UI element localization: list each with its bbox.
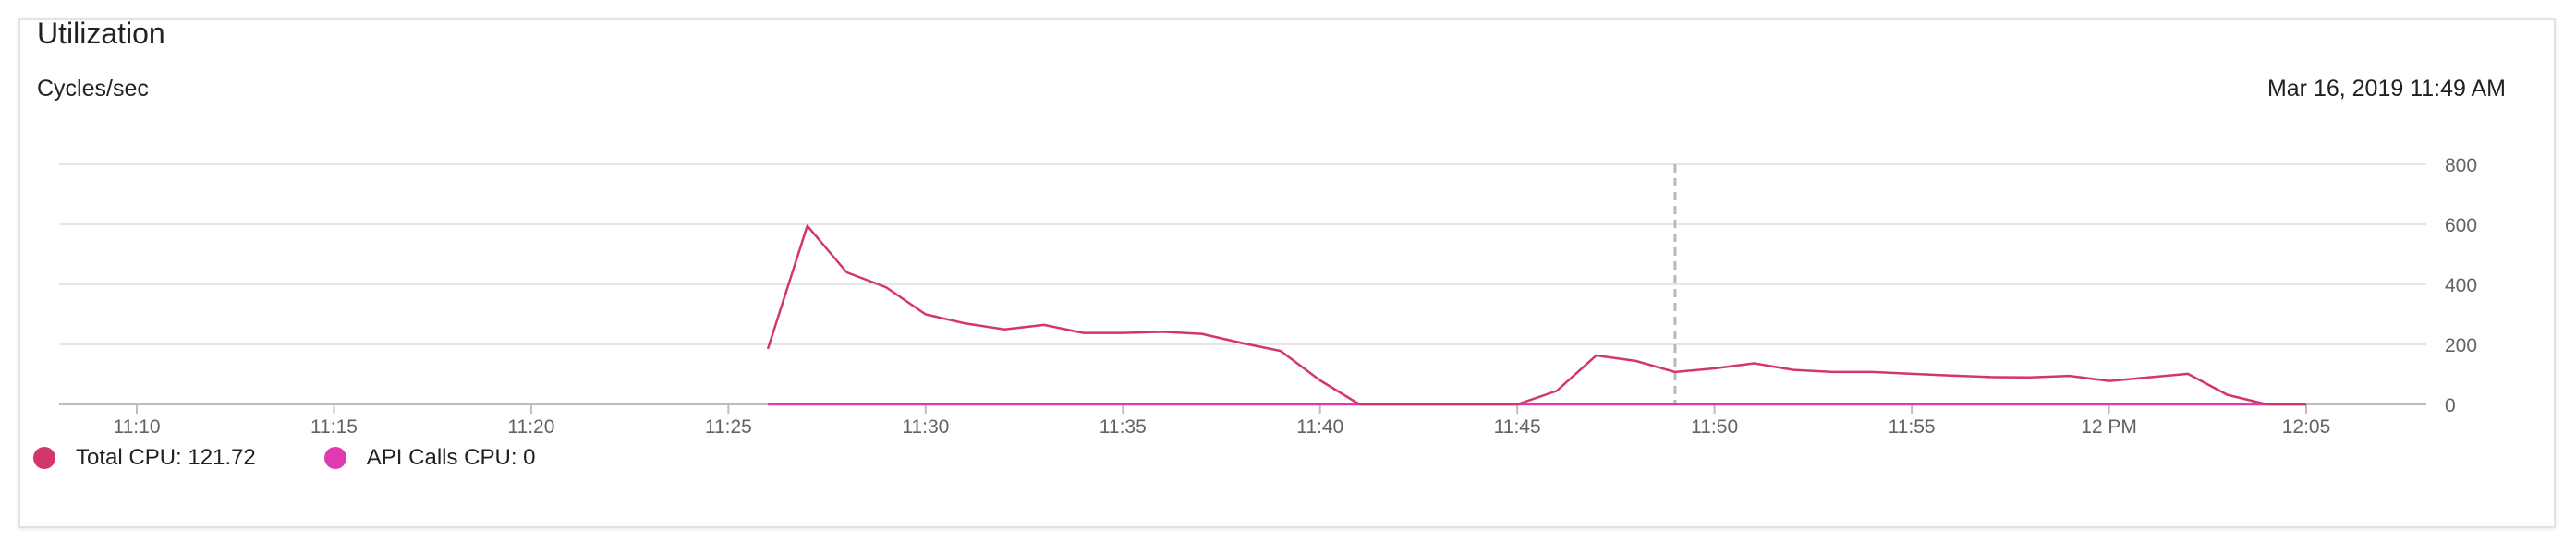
- legend-label: API Calls CPU: 0: [366, 445, 536, 470]
- y-tick-label: 600: [2445, 215, 2477, 236]
- legend: Total CPU: 121.72 API Calls CPU: 0: [33, 445, 604, 471]
- x-tick-label: 11:30: [902, 416, 949, 438]
- x-tick-label: 12 PM: [2081, 416, 2137, 438]
- x-tick-label: 11:45: [1494, 416, 1541, 438]
- x-tick-label: 11:40: [1296, 416, 1343, 438]
- x-tick-label: 11:10: [114, 416, 161, 438]
- y-tick-label: 800: [2445, 155, 2477, 176]
- legend-item-api-calls-cpu[interactable]: API Calls CPU: 0: [323, 445, 536, 471]
- x-tick-label: 11:50: [1691, 416, 1738, 438]
- x-tick-label: 11:35: [1100, 416, 1147, 438]
- y-tick-label: 200: [2445, 335, 2477, 356]
- x-tick-label: 11:55: [1889, 416, 1936, 438]
- legend-swatch-icon: [33, 447, 55, 469]
- y-tick-label: 400: [2445, 275, 2477, 296]
- x-tick-label: 11:15: [310, 416, 358, 438]
- legend-label: Total CPU: 121.72: [76, 445, 256, 470]
- y-tick-label: 0: [2445, 395, 2456, 416]
- legend-swatch-icon: [323, 447, 346, 469]
- x-tick-label: 11:20: [507, 416, 554, 438]
- x-tick-label: 12:05: [2282, 416, 2331, 438]
- legend-item-total-cpu[interactable]: Total CPU: 121.72: [33, 445, 256, 471]
- x-tick-label: 11:25: [705, 416, 752, 438]
- series-line-total-cpu: [766, 224, 2306, 406]
